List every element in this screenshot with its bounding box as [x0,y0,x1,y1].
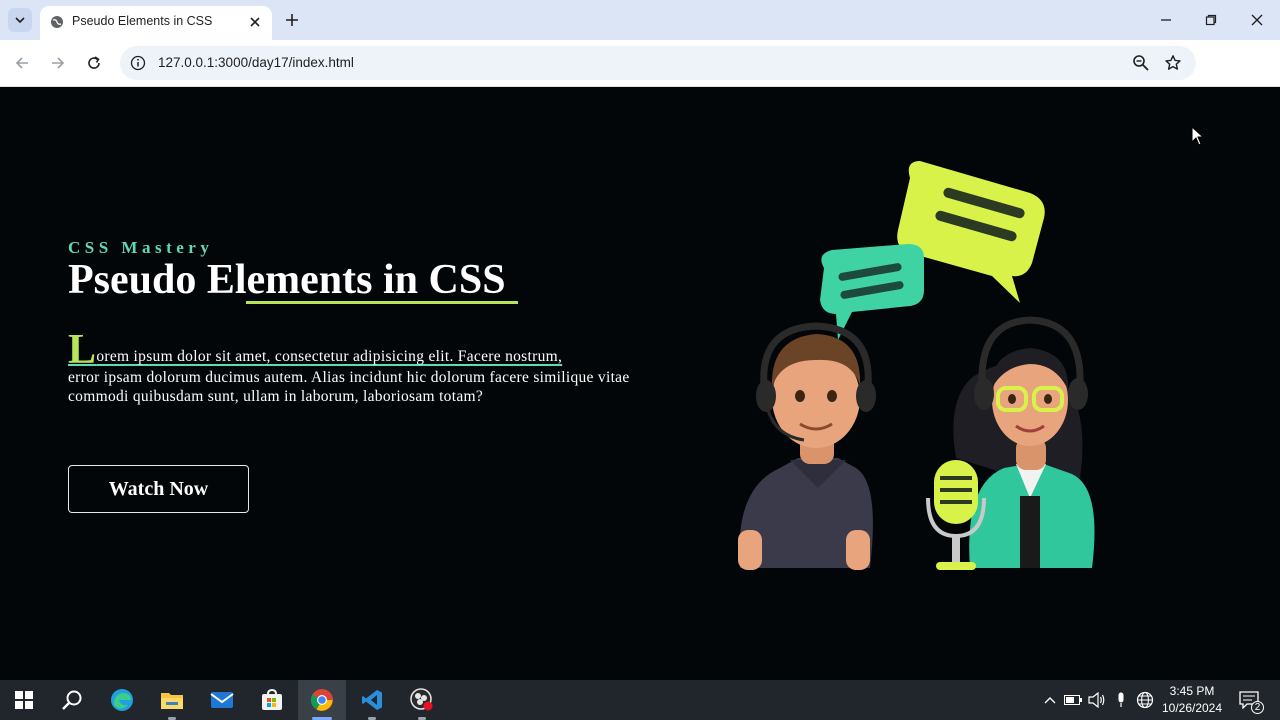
new-tab-button[interactable] [282,10,302,30]
page-viewport: CSS Mastery Pseudo Elements in CSS Lorem… [0,88,1280,680]
close-window-button[interactable] [1245,8,1269,32]
battery-icon [1064,695,1082,705]
back-button[interactable] [10,51,34,75]
browser-tab-strip: Pseudo Elements in CSS [0,0,1280,40]
notification-center-button[interactable]: 2 [1237,690,1264,714]
speaker-icon [1088,692,1105,708]
clock-date: 10/26/2024 [1161,701,1223,715]
search-icon [62,690,82,710]
forward-button[interactable] [46,51,70,75]
taskbar-search-button[interactable] [48,680,96,720]
show-hidden-icons-button[interactable] [1040,690,1060,710]
page-title: Pseudo Elements in CSS [68,257,506,303]
store-icon [262,689,282,710]
watch-now-button[interactable]: Watch Now [68,465,249,513]
taskbar-mail[interactable] [198,680,246,720]
close-icon [1251,14,1263,26]
man-with-headset [738,322,876,570]
reload-button[interactable] [82,51,106,75]
active-tab[interactable]: Pseudo Elements in CSS [40,6,272,40]
globe-icon [1136,691,1154,709]
bookmark-star-icon[interactable] [1164,54,1182,72]
edge-icon [111,689,133,711]
microphone-icon [1118,692,1124,707]
windows-logo-icon [15,691,33,709]
reload-icon [88,56,100,69]
folder-icon [161,693,183,709]
globe-icon [51,16,63,28]
minimize-icon [1161,19,1171,21]
plus-icon [286,14,298,26]
microphone-status[interactable] [1111,690,1131,710]
tab-title: Pseudo Elements in CSS [72,14,213,28]
taskbar-store[interactable] [248,680,296,720]
mail-icon [210,692,234,708]
browser-toolbar: 127.0.0.1:3000/day17/index.html [0,40,1280,114]
restore-icon [1205,14,1217,26]
zoom-icon[interactable] [1132,54,1150,72]
restore-button[interactable] [1199,8,1223,32]
address-bar[interactable]: 127.0.0.1:3000/day17/index.html [120,46,1196,80]
system-clock[interactable]: 3:45 PM 10/26/2024 [1155,683,1229,717]
mouse-cursor-icon [1191,126,1205,146]
chrome-icon [311,689,333,711]
vscode-icon [362,690,382,710]
taskbar-vscode[interactable] [348,680,396,720]
tab-search-button[interactable] [8,8,32,32]
taskbar-chrome[interactable] [298,680,346,720]
minimize-button[interactable] [1154,8,1178,32]
taskbar-edge[interactable] [98,680,146,720]
eyebrow-text: CSS Mastery [68,238,214,257]
start-button[interactable] [0,680,48,720]
notification-count-badge: 2 [1251,701,1264,714]
site-info-icon[interactable] [130,55,146,71]
paragraph-body-text: error ipsam dolorum ducimus autem. Alias… [68,369,630,405]
volume-control[interactable] [1087,690,1107,710]
taskbar-obs[interactable] [398,680,446,720]
obs-studio-icon [410,688,433,711]
close-tab-icon[interactable] [246,13,264,31]
taskbar-file-explorer[interactable] [148,680,196,720]
arrow-left-icon [15,57,28,69]
url-text[interactable]: 127.0.0.1:3000/day17/index.html [158,55,354,70]
podcast-illustration [738,161,1095,570]
network-status[interactable] [1135,690,1155,710]
battery-status[interactable] [1063,690,1083,710]
arrow-right-icon [52,57,65,69]
chevron-down-icon [15,17,25,24]
intro-paragraph: Lorem ipsum dolor sit amet, consectetur … [68,329,638,406]
chevron-up-icon [1044,697,1056,704]
clock-time: 3:45 PM [1169,684,1215,698]
heading-underline-decoration [246,301,518,304]
windows-taskbar: 3:45 PM 10/26/2024 2 [0,680,1280,720]
drop-cap-letter: L [68,327,97,373]
first-line-text: orem ipsum dolor sit amet, consectetur a… [96,348,563,365]
paragraph-first-line: Lorem ipsum dolor sit amet, consectetur … [68,329,563,371]
